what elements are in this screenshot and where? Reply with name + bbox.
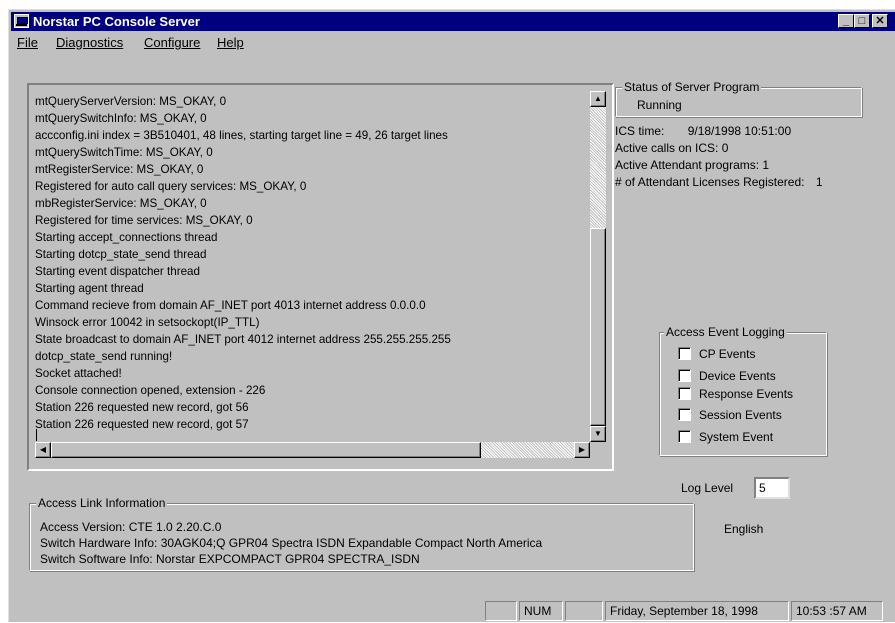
text-caret [36, 429, 37, 441]
cp-events-label: CP Events [699, 347, 756, 361]
server-status-value: Running [637, 98, 682, 112]
session-events-checkbox[interactable] [678, 408, 691, 421]
language-label: English [724, 522, 764, 536]
server-status-group: Status of Server Program Running [615, 80, 862, 117]
menu-help[interactable]: Help [217, 35, 244, 50]
log-line: mtRegisterService: MS_OKAY, 0 [35, 162, 204, 176]
cp-events-option[interactable]: CP Events [678, 347, 755, 361]
switch-software-info: Switch Software Info: Norstar EXPCOMPACT… [40, 552, 420, 566]
menu-configure[interactable]: Configure [144, 35, 200, 50]
log-line: Command recieve from domain AF_INET port… [35, 298, 426, 312]
log-line: Station 226 requested new record, got 57 [35, 417, 249, 431]
system-event-option[interactable]: System Event [678, 430, 773, 444]
log-line: mbRegisterService: MS_OKAY, 0 [35, 196, 207, 210]
scroll-down-button[interactable]: ▼ [590, 426, 606, 442]
log-line: Station 226 requested new record, got 56 [35, 400, 249, 414]
num-lock-indicator: NUM [519, 601, 563, 621]
log-line: Registered for time services: MS_OKAY, 0 [35, 213, 253, 227]
switch-hardware-info: Switch Hardware Info: 30AGK04;Q GPR04 Sp… [40, 536, 543, 550]
attendant-licenses: # of Attendant Licenses Registered: 1 [615, 175, 823, 189]
app-icon[interactable] [14, 14, 29, 28]
menu-bar: File Diagnostics Configure Help [11, 32, 895, 52]
response-events-option[interactable]: Response Events [678, 387, 793, 401]
server-status-legend: Status of Server Program [622, 80, 762, 94]
response-events-checkbox[interactable] [678, 387, 691, 400]
licenses-value: 1 [815, 175, 823, 189]
log-line: Starting accept_connections thread [35, 230, 218, 244]
log-line: dotcp_state_send running! [35, 349, 173, 363]
access-link-group: Access Link Information Access Version: … [29, 496, 694, 571]
scroll-corner [590, 442, 606, 458]
vertical-scroll-thumb[interactable] [590, 228, 606, 426]
log-line: mtQuerySwitchInfo: MS_OKAY, 0 [35, 111, 207, 125]
log-panel: mtQueryServerVersion: MS_OKAY, 0 mtQueryS… [27, 83, 614, 471]
system-event-checkbox[interactable] [678, 430, 691, 443]
ics-time: ICS time: 9/18/1998 10:51:00 [615, 124, 791, 138]
log-line: State broadcast to domain AF_INET port 4… [35, 332, 451, 346]
title-bar[interactable]: Norstar PC Console Server _ □ ✕ [11, 12, 895, 31]
log-line: accconfig.ini index = 3B510401, 48 lines… [35, 128, 448, 142]
minimize-button[interactable]: _ [838, 14, 854, 28]
main-window: Norstar PC Console Server _ □ ✕ File Dia… [8, 9, 895, 622]
status-panel-empty-1 [485, 601, 517, 621]
menu-diagnostics-label: Diagnostics [56, 35, 124, 50]
log-line: Socket attached! [35, 366, 122, 380]
log-line: Starting agent thread [35, 281, 144, 295]
ics-time-label: ICS time: [615, 124, 665, 138]
device-events-label: Device Events [699, 369, 776, 383]
access-link-legend: Access Link Information [36, 496, 168, 510]
system-event-label: System Event [699, 430, 774, 444]
licenses-label: # of Attendant Licenses Registered: [615, 175, 805, 189]
cp-events-checkbox[interactable] [678, 347, 691, 360]
vertical-scrollbar[interactable]: ▲ ▼ [590, 91, 606, 442]
scroll-up-button[interactable]: ▲ [590, 91, 606, 107]
active-calls: Active calls on ICS: 0 [615, 141, 729, 155]
status-bar: NUM Friday, September 18, 1998 10:53 :57… [11, 600, 895, 623]
menu-diagnostics[interactable]: Diagnostics [56, 35, 123, 50]
device-events-checkbox[interactable] [678, 369, 691, 382]
log-line: Winsock error 10042 in setsockopt(IP_TTL… [35, 315, 260, 329]
log-text-area[interactable]: mtQueryServerVersion: MS_OKAY, 0 mtQueryS… [35, 93, 578, 433]
access-version: Access Version: CTE 1.0 2.20.C.0 [40, 520, 222, 534]
status-panel-empty-2 [565, 601, 603, 621]
session-events-option[interactable]: Session Events [678, 408, 782, 422]
menu-file[interactable]: File [17, 35, 38, 50]
response-events-label: Response Events [699, 387, 794, 401]
session-events-label: Session Events [699, 408, 782, 422]
scroll-left-button[interactable]: ◀ [35, 442, 51, 458]
event-logging-group: Access Event Logging CP Events Device Ev… [659, 325, 827, 456]
log-line: mtQueryServerVersion: MS_OKAY, 0 [35, 94, 227, 108]
horizontal-scroll-thumb[interactable] [51, 442, 481, 458]
menu-file-label: File [17, 35, 38, 50]
attendant-programs: Active Attendant programs: 1 [615, 158, 770, 172]
ics-time-value: 9/18/1998 10:51:00 [687, 124, 792, 138]
scroll-right-button[interactable]: ▶ [574, 442, 590, 458]
log-line: Registered for auto call query services:… [35, 179, 307, 193]
horizontal-scrollbar[interactable]: ◀ ▶ [35, 442, 590, 458]
log-line: Starting dotcp_state_send thread [35, 247, 207, 261]
log-level-input[interactable] [754, 477, 790, 499]
log-line: Starting event dispatcher thread [35, 264, 201, 278]
status-date: Friday, September 18, 1998 [605, 601, 789, 621]
close-button[interactable]: ✕ [872, 14, 888, 28]
log-line: Console connection opened, extension - 2… [35, 383, 266, 397]
menu-configure-label: Configure [144, 35, 201, 50]
event-logging-legend: Access Event Logging [664, 325, 787, 339]
log-line: mtQuerySwitchTime: MS_OKAY, 0 [35, 145, 213, 159]
menu-help-label: Help [217, 35, 244, 50]
log-level-label: Log Level [681, 481, 734, 495]
status-time: 10:53 :57 AM [791, 601, 883, 621]
window-title: Norstar PC Console Server [33, 14, 200, 29]
maximize-button[interactable]: □ [854, 14, 870, 28]
device-events-option[interactable]: Device Events [678, 369, 776, 383]
